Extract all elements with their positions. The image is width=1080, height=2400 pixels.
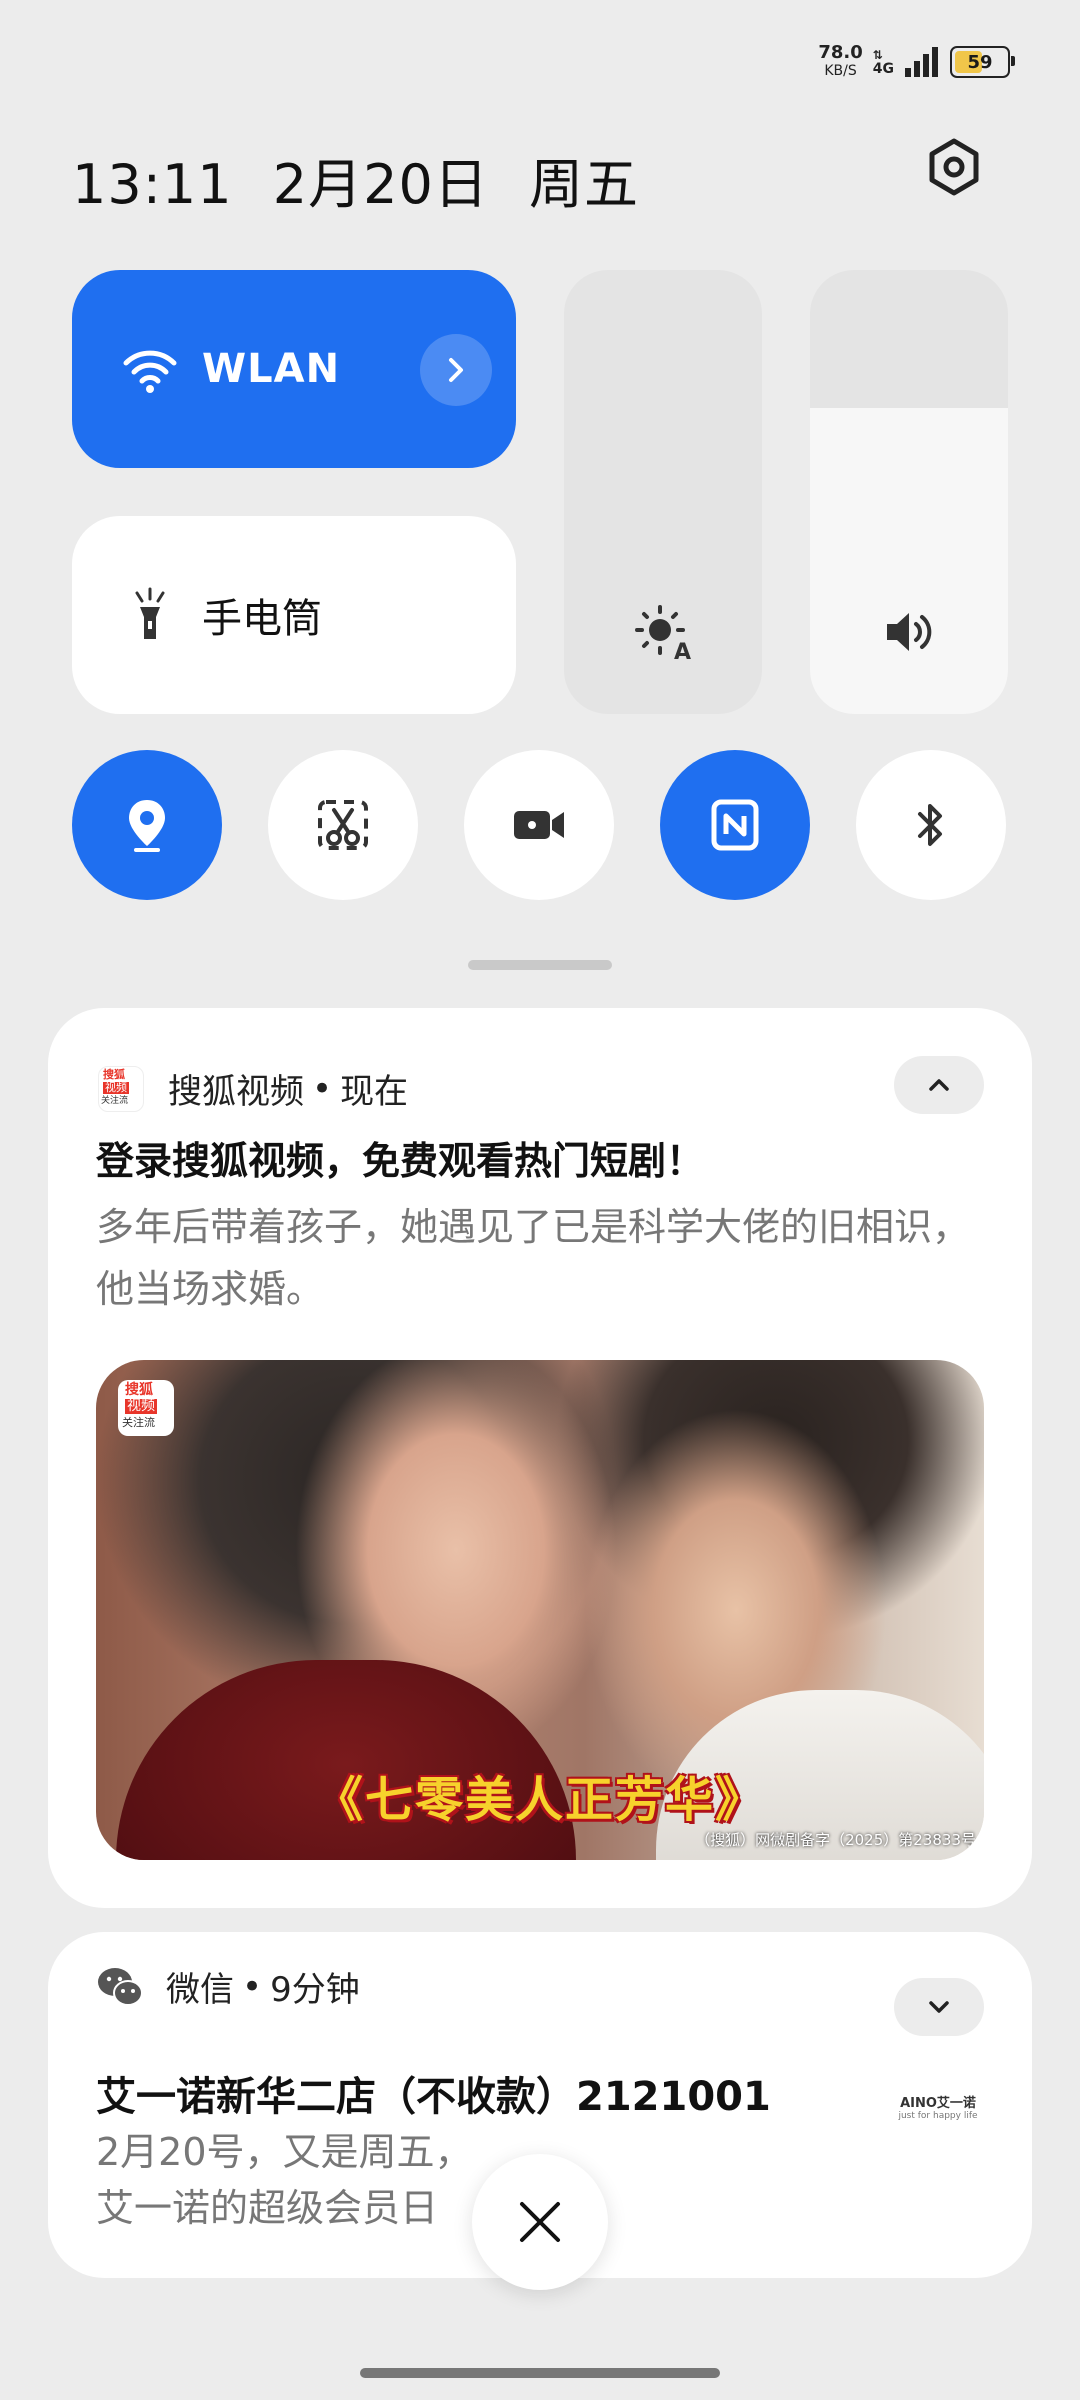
bluetooth-toggle[interactable] [856,750,1006,900]
panel-drag-handle[interactable] [468,960,612,970]
chevron-right-icon [449,358,463,382]
notification-card-sohu[interactable]: 搜狐 视频 关注流 搜狐视频 • 现在 登录搜狐视频，免费观看热门短剧！ 多年后… [48,1008,1032,1908]
gear-icon[interactable] [925,138,983,196]
location-pin-icon [129,800,165,852]
chevron-up-icon [929,1079,949,1091]
screen-record-toggle[interactable] [464,750,614,900]
notification-time: 现在 [340,1072,409,1112]
poster-logo-text-1: 搜狐 [125,1382,153,1398]
notification-body-line-2: 艾一诺的超级会员日 [96,2186,439,2230]
collapse-button[interactable] [894,1056,984,1114]
thumbnail-tagline: just for happy life [898,2111,978,2121]
clear-notifications-button[interactable] [472,2154,608,2290]
flashlight-tile[interactable]: 手电筒 [72,516,516,714]
status-bar: 78.0 KB/S ⇅ 4G 59 [818,40,1015,84]
svg-text:A: A [674,640,691,662]
notification-body: 多年后带着孩子，她遇见了已是科学大佬的旧相识，他当场求婚。 [96,1205,971,1311]
auto-brightness-icon: A [635,605,691,662]
network-speed-value: 78.0 [818,42,863,63]
app-name: 微信 [166,1970,234,2010]
wlan-label: WLAN [202,346,341,392]
notification-thumbnail: AINO艾一诺 just for happy life [890,2074,986,2170]
notification-header: 搜狐 视频 关注流 搜狐视频 • 现在 [98,1064,408,1113]
speaker-icon [887,613,932,651]
wlan-tile[interactable]: WLAN [72,270,516,468]
poster-title: 《七零美人正芳华》 [314,1772,765,1828]
notification-title: 登录搜狐视频，免费观看热门短剧！ [96,1139,705,1183]
notification-time: 9分钟 [270,1970,360,2010]
expand-button[interactable] [894,1978,984,2036]
wlan-details-button[interactable] [420,334,492,406]
network-type: ⇅ 4G [872,48,894,77]
date-time-header: 13:11 2月20日 周五 [72,140,661,219]
volume-slider[interactable] [810,270,1008,714]
app-icon-text-1: 搜狐 [103,1067,125,1081]
brightness-slider[interactable]: A [564,270,762,714]
battery-percent: 59 [967,51,993,73]
thumbnail-brand: AINO艾一诺 [900,2096,976,2111]
screenshot-toggle[interactable] [268,750,418,900]
nfc-icon [711,799,759,851]
app-icon-text-3: 关注流 [101,1095,129,1106]
date-label: 2月20日 [272,153,489,216]
nfc-toggle[interactable] [660,750,810,900]
network-speed-unit: KB/S [824,63,857,79]
network-speed: 78.0 KB/S [818,44,862,80]
flashlight-label: 手电筒 [202,596,322,642]
sohu-video-app-icon: 搜狐 视频 关注流 [98,1065,144,1112]
bluetooth-icon [918,804,942,846]
poster-license-note: （搜狐）网微剧备字（2025）第23833号 [695,1831,976,1849]
poster-logo-text-3: 关注流 [122,1416,155,1429]
app-icon-text-2: 视频 [103,1080,129,1094]
poster-logo-text-2: 视频 [125,1398,157,1414]
video-camera-icon [514,811,564,839]
separator-dot: • [242,1966,263,2007]
battery-icon: 59 [950,46,1015,78]
separator-dot: • [312,1068,333,1109]
poster-logo: 搜狐 视频 关注流 [118,1380,174,1436]
flashlight-icon [135,587,165,639]
notification-title: 艾一诺新华二店（不收款）2121001 [96,2074,771,2120]
notification-body-line-1: 2月20号，又是周五， [96,2130,473,2174]
close-icon [520,2202,560,2242]
wechat-icon [98,1967,143,2006]
location-toggle[interactable] [72,750,222,900]
notification-body: 2月20号，又是周五， 艾一诺的超级会员日 [96,2124,473,2236]
weekday-label: 周五 [529,153,640,216]
signal-icon [905,47,938,77]
scissors-icon [318,800,368,850]
notification-header: 微信 • 9分钟 [96,1962,360,2011]
network-type-label: 4G [872,61,894,77]
clock-time: 13:11 [72,153,233,216]
chevron-down-icon [929,2001,949,2013]
wifi-icon [123,350,177,393]
notification-image[interactable]: 搜狐 视频 关注流 《七零美人正芳华》 （搜狐）网微剧备字（2025）第2383… [96,1360,984,1860]
app-name: 搜狐视频 [168,1072,304,1112]
volume-slider-fill [810,407,1008,714]
gesture-navigation-bar[interactable] [360,2368,720,2378]
